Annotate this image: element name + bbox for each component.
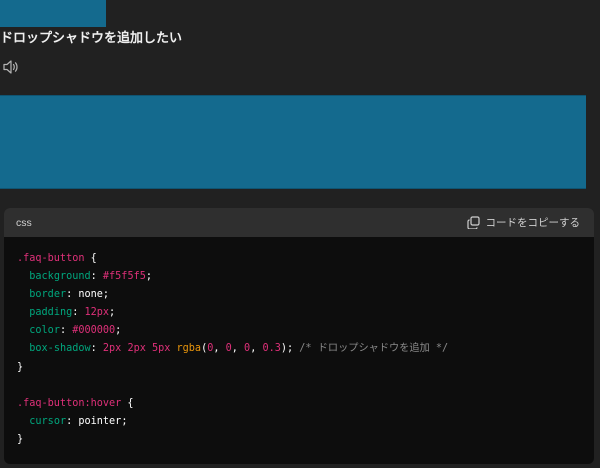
css-property: padding	[29, 307, 73, 319]
copy-code-label: コードをコピーする	[485, 217, 581, 229]
copy-code-button[interactable]: コードをコピーする	[466, 215, 581, 230]
code-line: box-shadow: 2px 2px 5px rgba(0, 0, 0, 0.…	[29, 343, 449, 355]
code-line: .faq-button {	[17, 250, 582, 268]
code-header: css コードをコピーする	[4, 208, 594, 237]
code-body[interactable]: .faq-button { background: #f5f5f5; borde…	[4, 237, 594, 449]
css-value: pointer	[78, 415, 122, 427]
code-line: padding: 12px;	[29, 307, 116, 319]
code-line: background: #f5f5f5;	[29, 271, 152, 283]
css-property: cursor	[29, 415, 67, 427]
css-property: background	[29, 271, 91, 283]
css-function: rgba	[176, 343, 202, 355]
code-language-label: css	[16, 216, 32, 229]
css-value: #000000	[72, 325, 116, 337]
open-brace: {	[121, 397, 134, 409]
css-selector: .faq-button	[17, 253, 85, 264]
speaker-icon[interactable]	[2, 59, 20, 75]
close-brace: }	[17, 433, 24, 445]
css-value: 2px 2px 5px	[102, 343, 177, 355]
css-value: #f5f5f5	[102, 271, 146, 283]
css-selector: .faq-button:hover	[17, 397, 122, 409]
image-block	[0, 95, 586, 189]
code-line: .faq-button:hover {	[17, 395, 582, 413]
code-block: css コードをコピーする .faq-button { background: …	[4, 208, 594, 464]
copy-icon	[466, 216, 480, 229]
css-value: none	[78, 289, 103, 301]
close-brace: }	[17, 361, 24, 373]
css-comment: /* ドロップシャドウを追加 */	[299, 343, 449, 355]
css-value: 12px	[84, 307, 110, 319]
code-line: color: #000000;	[29, 325, 122, 337]
css-property: color	[29, 325, 60, 337]
open-brace: {	[84, 253, 97, 264]
message-heading: ドロップシャドウを追加したい	[0, 31, 183, 46]
css-property: border	[29, 289, 67, 301]
image-fragment-top	[0, 0, 106, 27]
code-line: }	[17, 359, 582, 377]
code-line: cursor: pointer;	[29, 415, 128, 427]
code-line: }	[17, 431, 582, 449]
code-line: border: none;	[29, 289, 110, 301]
css-property: box-shadow	[29, 343, 91, 355]
